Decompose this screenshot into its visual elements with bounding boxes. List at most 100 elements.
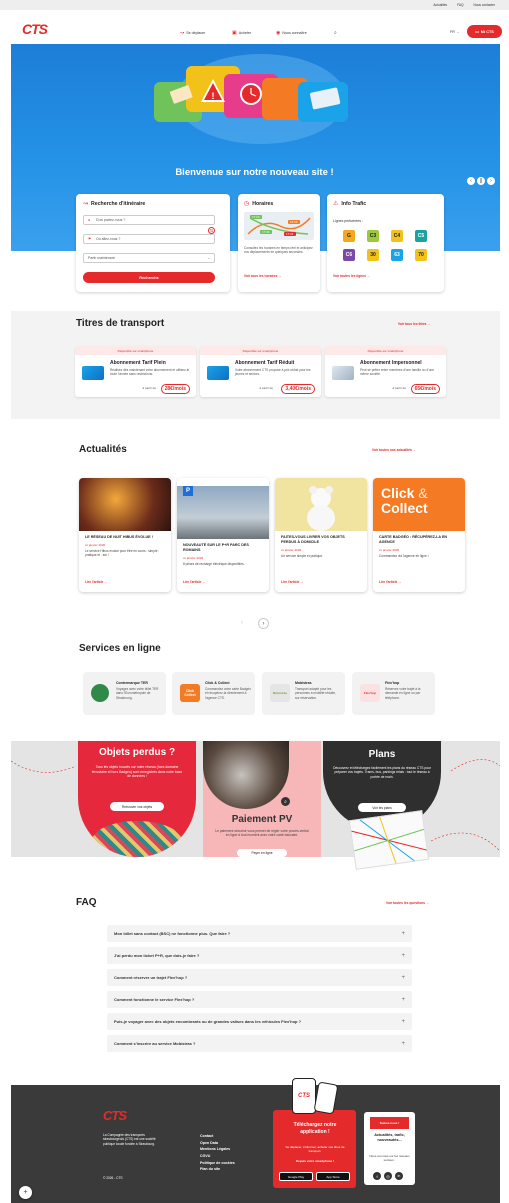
ticket-card[interactable]: Disponible sur smartphone Abonnement Tar… [200, 346, 321, 397]
faq-question-text: Puis-je voyager avec des objets encombra… [114, 1019, 302, 1024]
topbar-link-faq[interactable]: FAQ [457, 3, 463, 7]
nav-item-about[interactable]: ◉ Nous connaître [276, 30, 307, 36]
carousel-pause-icon[interactable]: ∥ [477, 177, 485, 185]
line-badge-70[interactable]: 70 [415, 249, 427, 261]
google-play-badge[interactable]: Google Play [279, 1172, 313, 1181]
departure-time-select[interactable]: Partir maintenant ⌄ [83, 253, 215, 263]
facebook-icon[interactable]: f [373, 1172, 381, 1180]
news-date: xx janvier 2026 [85, 542, 106, 547]
payment-photo [203, 741, 289, 809]
line-badge-g[interactable]: G [343, 230, 355, 242]
faq-question[interactable]: Mon billet sans contact (BSC) ne fonctio… [107, 925, 412, 942]
news-read-link[interactable]: Lire l'article → [85, 580, 108, 584]
clock-icon: ◷ [244, 201, 250, 207]
service-card[interactable]: Flex'hop Flex'hop Réservez votre trajet … [352, 672, 435, 715]
news-read-link[interactable]: Lire l'article → [183, 580, 206, 584]
flexhop-icon: Flex'hop [360, 684, 380, 702]
service-desc: Transport adapté pour les personnes à mo… [295, 687, 336, 700]
faq-question-text: Mon billet sans contact (BSC) ne fonctio… [114, 931, 231, 936]
news-card[interactable]: Le réseau de nuit Hibus évolue ! xx janv… [79, 478, 171, 592]
footer-link-sitemap[interactable]: Plan du site [200, 1166, 235, 1173]
footer-logo[interactable]: CTS [103, 1108, 127, 1123]
transport-card-image [332, 366, 354, 380]
carousel-next-icon[interactable]: › [487, 177, 495, 185]
news-card[interactable]: Faites-vous livrer vos objets perdus à d… [275, 478, 367, 592]
service-card[interactable]: Contremarque TER Voyagez avec votre bill… [83, 672, 166, 715]
language-selector[interactable]: FR ⌄ [450, 30, 459, 34]
swap-icon[interactable]: ⇅ [208, 227, 215, 234]
ticket-name: Abonnement Tarif Réduit [235, 360, 295, 366]
see-maps-button[interactable]: Voir les plans [358, 803, 406, 812]
line-badge-c5[interactable]: C5 [415, 230, 427, 242]
line-badge-30[interactable]: 30 [367, 249, 379, 261]
service-card[interactable]: Click Collect Click & Collect Commandez … [172, 672, 255, 715]
line-badge-c3[interactable]: C3 [367, 230, 379, 242]
instagram-icon[interactable]: ◎ [384, 1172, 392, 1180]
time-badge: 16:59 [288, 220, 300, 224]
topbar-link-contact[interactable]: Nous contacter [474, 3, 495, 7]
news-see-all-link[interactable]: Voir toutes nos actualités → [372, 448, 416, 452]
cts-logo[interactable]: CTS [22, 21, 48, 37]
news-image [275, 478, 367, 531]
search-itinerary-button[interactable]: Recherche [83, 272, 215, 283]
search-icon[interactable]: ⌕ [334, 30, 337, 36]
smartphone-badge: Disponible sur smartphone [200, 346, 321, 355]
ticket-description: Votre abonnement CTS propose à prix rédu… [235, 368, 311, 377]
news-card-title: Carte Badgéo : récupérez-la en agence [379, 535, 448, 544]
line-badge-63[interactable]: 63 [391, 249, 403, 261]
from-placeholder: D'où partez-vous ? [96, 218, 126, 222]
linkedin-icon[interactable]: in [395, 1172, 403, 1180]
news-card[interactable]: Click & Collect Carte Badgéo : récupérez… [373, 478, 465, 592]
info-icon: ◉ [276, 30, 281, 36]
to-input[interactable]: ⚑ Où allez-vous ? [83, 234, 215, 244]
carousel-prev-icon[interactable]: ‹ [241, 620, 243, 626]
ticket-description: Peut se prêter entre membres d'une famil… [360, 368, 435, 377]
faq-question[interactable]: Comment s'inscrire au service Mobistras … [107, 1035, 412, 1052]
footer-link-open-data[interactable]: Open Data [200, 1140, 235, 1147]
faq-see-all-link[interactable]: Voir toutes les questions → [386, 901, 429, 905]
faq-question[interactable]: Comment fonctionne le service Flex'hop ?… [107, 991, 412, 1008]
traffic-link[interactable]: Voir toutes les lignes → [333, 274, 370, 278]
pay-online-button[interactable]: Payer en ligne [237, 849, 287, 857]
service-desc: Commandez votre carte Badgéo et récupére… [205, 687, 251, 700]
news-read-link[interactable]: Lire l'article → [379, 580, 402, 584]
account-label: Mt CTS [480, 29, 494, 34]
footer-link-cookies[interactable]: Politique de cookies [200, 1160, 235, 1167]
carousel-next-icon[interactable]: › [258, 618, 269, 629]
ticket-price: 3,40€/mois [281, 384, 315, 394]
news-card[interactable]: P Nouveauté sur le P+R Parc des Romains … [177, 478, 269, 592]
faq-title: FAQ [76, 897, 97, 908]
topbar-link-news[interactable]: Actualités [433, 3, 447, 7]
faq-question[interactable]: Comment réserver un trajet Flex'hop ? + [107, 969, 412, 986]
accessibility-button[interactable]: + [19, 1186, 32, 1199]
lost-objects-button[interactable]: Retrouver vos objets [110, 802, 164, 811]
footer-link-contact[interactable]: Contact [200, 1133, 235, 1140]
carousel-prev-icon[interactable]: ‹ [467, 177, 475, 185]
plus-icon: + [401, 930, 405, 937]
news-read-link[interactable]: Lire l'article → [281, 580, 304, 584]
faq-question[interactable]: J'ai perdu mon ticket P+R, que dois-je f… [107, 947, 412, 964]
app-store-label: App Store [326, 1174, 340, 1179]
nav-item-travel[interactable]: ↝ Se déplacer [180, 30, 205, 36]
ticket-price: 28€/mois [160, 384, 190, 394]
schedules-link[interactable]: Voir tous les horaires → [244, 274, 282, 278]
footer-link-cgvu[interactable]: CGVU [200, 1153, 235, 1160]
line-badge-c4[interactable]: C4 [391, 230, 403, 242]
service-card[interactable]: Mobistras Mobistras Transport adapté pou… [262, 672, 345, 715]
nav-item-buy[interactable]: ▣ Acheter [232, 30, 251, 36]
plus-icon: + [401, 996, 405, 1003]
schedules-card: ◷ Horaires 17:24 16:59 17:36 17:31 Consu… [238, 194, 320, 292]
line-badge-c6[interactable]: C6 [343, 249, 355, 261]
tickets-see-all-link[interactable]: Voir tous les titres → [398, 322, 431, 326]
ticket-card[interactable]: Disponible sur smartphone Abonnement Tar… [75, 346, 196, 397]
destination-flag-icon: ⚑ [88, 237, 92, 241]
app-store-badge[interactable]: App Store [316, 1172, 350, 1181]
from-input[interactable]: ● D'où partez-vous ? [83, 215, 215, 225]
news-excerpt: 8 prises de recharge électrique disponib… [183, 561, 245, 566]
ticket-card[interactable]: Disponible sur smartphone Abonnement Imp… [325, 346, 446, 397]
chevron-down-icon: ⌄ [207, 256, 210, 260]
my-account-button[interactable]: ▭ Mt CTS [467, 25, 502, 38]
faq-question[interactable]: Puis-je voyager avec des objets encombra… [107, 1013, 412, 1030]
news-date: xx janvier 2026 [379, 547, 400, 552]
footer-link-legal[interactable]: Mentions Légales [200, 1146, 235, 1153]
